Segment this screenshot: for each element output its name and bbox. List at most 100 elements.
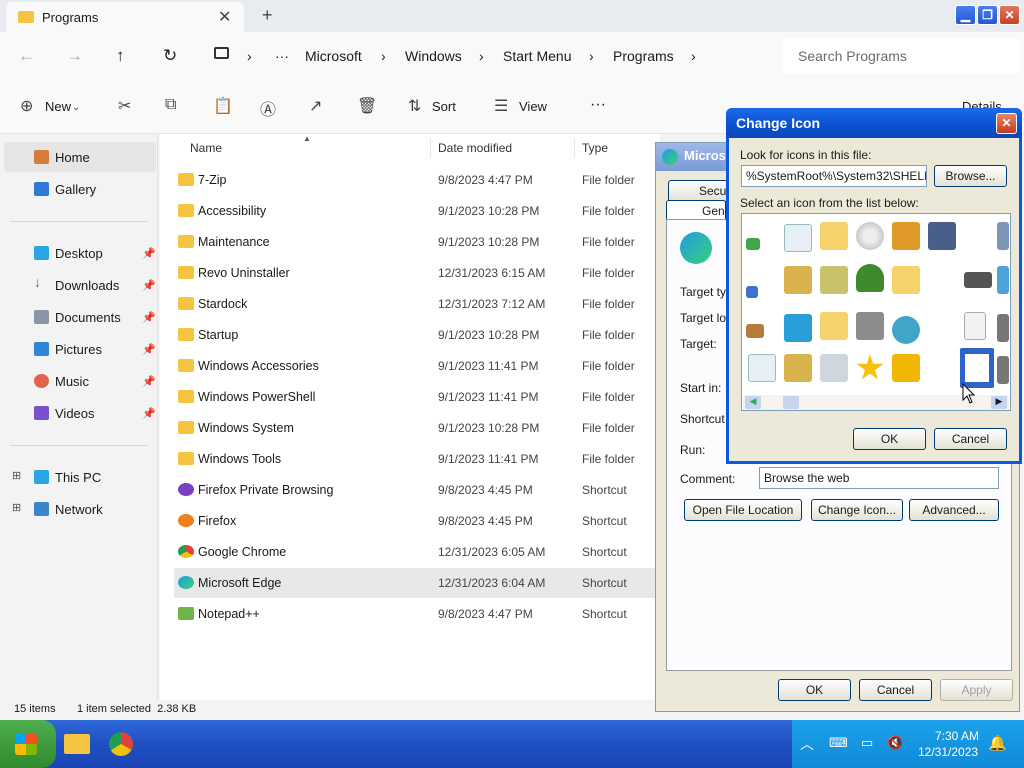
cancel-button[interactable]: Cancel bbox=[859, 679, 932, 701]
keyboard-icon[interactable]: ⌨ bbox=[829, 735, 848, 751]
apply-button[interactable]: Apply bbox=[940, 679, 1013, 701]
expand-icon[interactable]: ⊞ bbox=[12, 469, 21, 482]
partial-icon[interactable] bbox=[997, 314, 1009, 342]
icon-list[interactable]: ◀ ▶ bbox=[741, 213, 1011, 411]
close-button[interactable]: ✕ bbox=[999, 5, 1020, 25]
nav-item-documents[interactable]: Documents 📌 bbox=[4, 302, 156, 332]
pin-icon[interactable]: 📌 bbox=[142, 407, 156, 420]
table-row[interactable]: Google Chrome 12/31/2023 6:05 AM Shortcu… bbox=[174, 537, 664, 567]
nav-item-videos[interactable]: Videos 📌 bbox=[4, 398, 156, 428]
table-row[interactable]: Windows PowerShell 9/1/2023 11:41 PM Fil… bbox=[174, 382, 664, 412]
tab-programs[interactable]: Programs ✕ bbox=[6, 2, 244, 32]
lock-icon[interactable] bbox=[892, 354, 920, 382]
start-button[interactable] bbox=[0, 720, 56, 768]
nav-item-network[interactable]: ⊞ Network bbox=[4, 494, 156, 524]
scroll-left-icon[interactable]: ◀ bbox=[745, 396, 761, 409]
open-file-location-button[interactable]: Open File Location bbox=[684, 499, 802, 521]
ok-button[interactable]: OK bbox=[778, 679, 851, 701]
blue-window-icon[interactable] bbox=[784, 314, 812, 342]
column-divider[interactable] bbox=[574, 138, 575, 158]
pin-icon[interactable]: 📌 bbox=[142, 247, 156, 260]
chevron-up-icon[interactable]: ︿ bbox=[800, 734, 814, 754]
column-header-date[interactable]: Date modified bbox=[438, 141, 512, 155]
tools-folder-icon[interactable] bbox=[784, 354, 812, 382]
clock-time[interactable]: 7:30 AM bbox=[935, 729, 979, 743]
network-computer-icon[interactable] bbox=[928, 222, 956, 250]
up-arrow-icon[interactable]: ↑ bbox=[116, 46, 125, 66]
printer-folder-icon[interactable] bbox=[784, 266, 812, 294]
table-row[interactable]: Stardock 12/31/2023 7:12 AM File folder bbox=[174, 289, 664, 319]
notification-bell-icon[interactable]: 🔔 bbox=[988, 734, 1007, 752]
comment-field[interactable]: Browse the web bbox=[759, 467, 999, 489]
minimize-button[interactable]: ▁ bbox=[955, 5, 976, 25]
column-header-name[interactable]: Name bbox=[190, 141, 222, 155]
view-button[interactable]: View bbox=[519, 99, 547, 114]
star-icon[interactable] bbox=[856, 354, 884, 380]
drive-help-icon[interactable] bbox=[964, 272, 992, 288]
cut-icon[interactable]: ✂ bbox=[118, 96, 131, 116]
shortcut-arrow-icon[interactable] bbox=[746, 286, 758, 298]
new-tab-button[interactable]: + bbox=[262, 5, 273, 26]
nav-item-pictures[interactable]: Pictures 📌 bbox=[4, 334, 156, 364]
cd-icon[interactable] bbox=[856, 222, 884, 250]
table-row[interactable]: Startup 9/1/2023 10:28 PM File folder bbox=[174, 320, 664, 350]
share-icon[interactable]: ↗ bbox=[309, 96, 322, 116]
advanced-button[interactable]: Advanced... bbox=[909, 499, 999, 521]
ok-button[interactable]: OK bbox=[853, 428, 926, 450]
tree-icon[interactable] bbox=[856, 264, 884, 292]
file-explorer-taskbar-icon[interactable] bbox=[64, 734, 90, 754]
copy-icon[interactable]: ⧉ bbox=[165, 96, 176, 114]
column-header-type[interactable]: Type bbox=[582, 141, 608, 155]
folder-grid-icon[interactable] bbox=[820, 222, 848, 250]
table-row[interactable]: Accessibility 9/1/2023 10:28 PM File fol… bbox=[174, 196, 664, 226]
table-row[interactable]: Windows Accessories 9/1/2023 11:41 PM Fi… bbox=[174, 351, 664, 381]
more-options-button[interactable]: ··· bbox=[590, 96, 606, 114]
cancel-button[interactable]: Cancel bbox=[934, 428, 1007, 450]
breadcrumb-microsoft[interactable]: Microsoft bbox=[305, 48, 362, 64]
partial-icon[interactable] bbox=[997, 266, 1009, 294]
folder-upload-icon[interactable] bbox=[892, 266, 920, 294]
copy-pages-icon[interactable] bbox=[964, 312, 986, 340]
key-icon[interactable] bbox=[892, 222, 920, 250]
pin-icon[interactable]: 📌 bbox=[142, 279, 156, 292]
font-folder-icon[interactable] bbox=[820, 312, 848, 340]
recycle-bin-icon[interactable] bbox=[784, 224, 812, 252]
chevron-right-icon[interactable]: › bbox=[381, 48, 386, 64]
chevron-right-icon[interactable]: › bbox=[247, 48, 252, 64]
clock-date[interactable]: 12/31/2023 bbox=[918, 745, 978, 759]
maximize-button[interactable]: ❐ bbox=[977, 5, 998, 25]
display-icon[interactable]: ▭ bbox=[861, 735, 873, 751]
close-icon[interactable]: ✕ bbox=[996, 113, 1017, 134]
search-input[interactable]: Search Programs bbox=[782, 38, 1020, 74]
forward-arrow-icon[interactable]: → bbox=[66, 46, 83, 66]
column-divider[interactable] bbox=[430, 138, 431, 158]
more-crumbs-icon[interactable]: ··· bbox=[275, 48, 289, 64]
scroll-thumb[interactable] bbox=[783, 396, 799, 409]
table-row[interactable]: Revo Uninstaller 12/31/2023 6:15 AM File… bbox=[174, 258, 664, 288]
volume-muted-icon[interactable]: 🔇 bbox=[887, 735, 903, 751]
partial-icon[interactable] bbox=[997, 222, 1009, 250]
sync-icon[interactable] bbox=[892, 316, 920, 344]
icon-file-path-input[interactable]: %SystemRoot%\System32\SHELL32 bbox=[741, 165, 927, 187]
chevron-right-icon[interactable]: › bbox=[479, 48, 484, 64]
pin-icon[interactable]: 📌 bbox=[142, 375, 156, 388]
chrome-taskbar-icon[interactable] bbox=[109, 732, 133, 756]
table-row[interactable]: Firefox 9/8/2023 4:45 PM Shortcut bbox=[174, 506, 664, 536]
tab-security[interactable]: Secur bbox=[668, 180, 730, 202]
printer-icon[interactable] bbox=[820, 266, 848, 294]
breadcrumb-start-menu[interactable]: Start Menu bbox=[503, 48, 571, 64]
new-button[interactable]: New bbox=[45, 99, 71, 114]
expand-icon[interactable]: ⊞ bbox=[12, 501, 21, 514]
tab-close-button[interactable]: ✕ bbox=[218, 7, 231, 27]
refresh-icon[interactable]: ↻ bbox=[163, 46, 177, 66]
table-row[interactable]: 7-Zip 9/8/2023 4:47 PM File folder bbox=[174, 165, 664, 195]
delete-icon[interactable]: 🗑 bbox=[357, 96, 377, 116]
paste-icon[interactable]: 📋 bbox=[213, 96, 233, 116]
selected-icon-cell[interactable] bbox=[960, 348, 994, 388]
back-arrow-icon[interactable]: ← bbox=[18, 46, 35, 66]
table-row[interactable]: Windows Tools 9/1/2023 11:41 PM File fol… bbox=[174, 444, 664, 474]
table-row[interactable]: Windows System 9/1/2023 10:28 PM File fo… bbox=[174, 413, 664, 443]
breadcrumb-programs[interactable]: Programs bbox=[613, 48, 674, 64]
shortcut-arrow-icon[interactable] bbox=[746, 238, 760, 250]
chevron-right-icon[interactable]: › bbox=[589, 48, 594, 64]
